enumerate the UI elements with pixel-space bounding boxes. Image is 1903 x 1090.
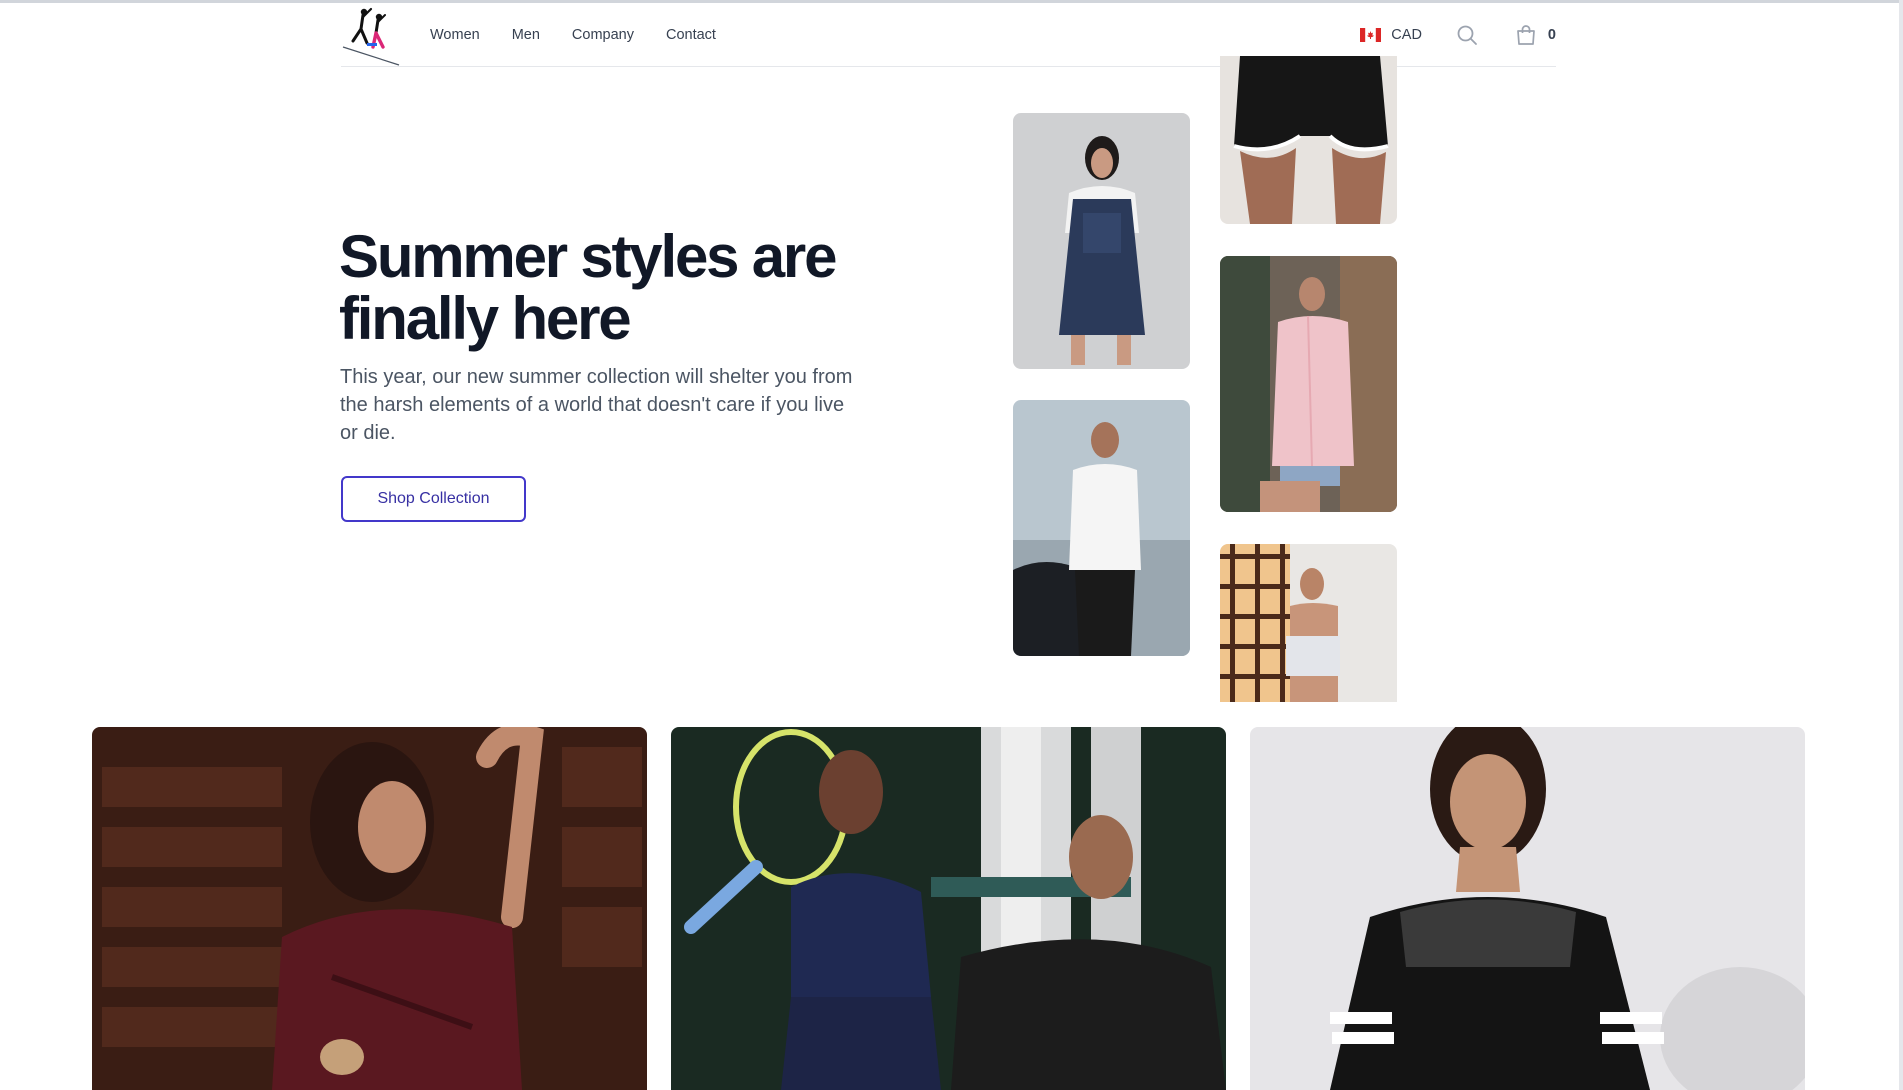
hero-title: Summer styles are finally here [339, 223, 837, 352]
search-icon[interactable] [1455, 23, 1479, 47]
product-image-shorts[interactable] [1220, 56, 1397, 224]
currency-selector[interactable]: CAD [1360, 27, 1422, 43]
primary-nav: Women Men Company Contact [430, 3, 716, 67]
cart-button[interactable]: 0 [1514, 23, 1556, 47]
scrollbar-thumb[interactable] [1899, 0, 1903, 1090]
canada-flag-icon [1360, 28, 1382, 42]
brand-logo[interactable] [341, 3, 401, 67]
nav-link-men[interactable]: Men [512, 27, 540, 43]
nav-link-contact[interactable]: Contact [666, 27, 716, 43]
cart-count: 0 [1547, 27, 1556, 43]
hero-description: This year, our new summer collection wil… [340, 366, 853, 444]
product-image-pink-shirt[interactable] [1220, 256, 1397, 512]
nav-link-women[interactable]: Women [430, 27, 480, 43]
logo-icon [342, 7, 400, 66]
product-image-polo-man[interactable] [1013, 400, 1190, 656]
category-card-mesh-top[interactable] [1250, 727, 1805, 1090]
product-image-overalls[interactable] [1013, 113, 1190, 369]
shop-collection-button[interactable]: Shop Collection [341, 476, 526, 522]
shopping-bag-icon [1517, 25, 1535, 45]
nav-link-company[interactable]: Company [572, 27, 634, 43]
currency-code: CAD [1391, 27, 1422, 43]
category-card-evening[interactable] [92, 727, 647, 1090]
page-scrollbar[interactable] [1899, 0, 1903, 1090]
category-card-active[interactable] [671, 727, 1226, 1090]
product-image-striped-top[interactable] [1220, 544, 1397, 702]
